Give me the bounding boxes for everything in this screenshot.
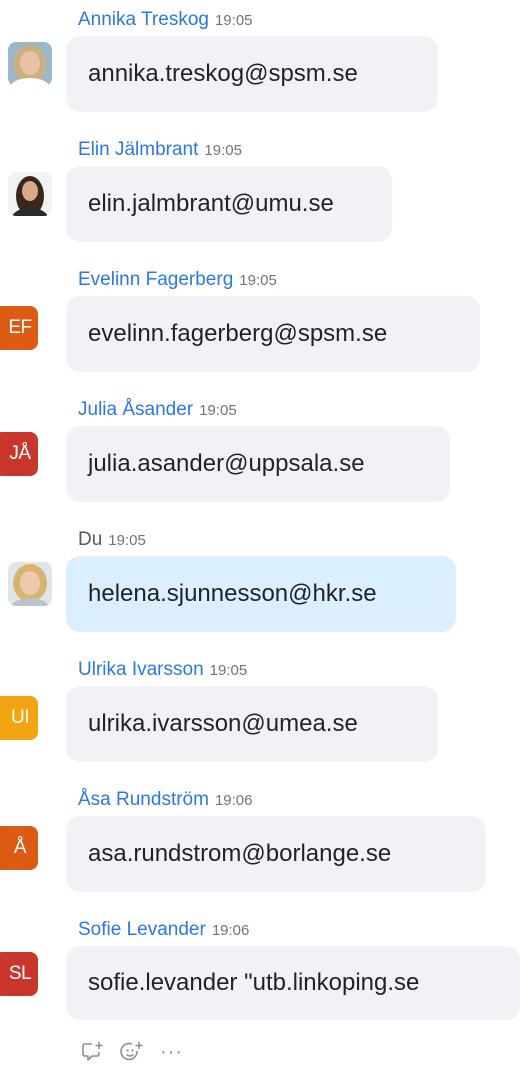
message-bubble[interactable]: julia.asander@uppsala.se — [66, 426, 450, 502]
avatar[interactable]: UI — [0, 696, 38, 740]
avatar[interactable]: EF — [0, 306, 38, 350]
message-time: 19:05 — [214, 12, 253, 29]
user-photo-icon — [8, 42, 52, 86]
reply-plus-icon[interactable] — [80, 1041, 106, 1063]
sender-name[interactable]: Du — [78, 529, 102, 550]
message-time: 19:06 — [214, 792, 253, 809]
sender-name[interactable]: Ulrika Ivarsson — [78, 659, 204, 680]
message-bubble[interactable]: elin.jalmbrant@umu.se — [66, 166, 392, 242]
message-header: Du 19:05 — [78, 528, 146, 553]
more-options-icon[interactable]: ··· — [160, 1042, 183, 1062]
message-bubble[interactable]: helena.sjunnesson@hkr.se — [66, 556, 456, 632]
emoji-plus-icon[interactable] — [120, 1041, 146, 1063]
sender-name[interactable]: Julia Åsander — [78, 399, 193, 420]
message-header: Sofie Levander 19:06 — [78, 918, 249, 943]
message-time: 19:06 — [211, 922, 250, 939]
message-time: 19:05 — [209, 662, 248, 679]
message-time: 19:05 — [108, 532, 146, 549]
message-bubble[interactable]: asa.rundstrom@borlange.se — [66, 816, 486, 892]
user-photo-icon — [8, 562, 52, 606]
sender-name[interactable]: Sofie Levander — [78, 919, 206, 940]
message-bubble[interactable]: sofie.levander "utb.linkoping.se — [66, 946, 520, 1020]
message-header: Julia Åsander 19:05 — [78, 398, 237, 423]
sender-name[interactable]: Annika Treskog — [78, 9, 209, 30]
message-time: 19:05 — [199, 402, 237, 419]
message-bubble[interactable]: evelinn.fagerberg@spsm.se — [66, 296, 480, 372]
sender-name[interactable]: Evelinn Fagerberg — [78, 269, 233, 290]
message-time: 19:05 — [204, 142, 242, 159]
message-header: Elin Jälmbrant 19:05 — [78, 138, 242, 163]
message-time: 19:05 — [239, 272, 277, 289]
avatar[interactable] — [8, 172, 52, 216]
message-bubble[interactable]: ulrika.ivarsson@umea.se — [66, 686, 438, 762]
message-header: Evelinn Fagerberg 19:05 — [78, 268, 277, 293]
message-actions: ··· — [80, 1040, 183, 1064]
sender-name[interactable]: Åsa Rundström — [78, 789, 209, 810]
avatar[interactable]: JÅ — [0, 432, 38, 476]
message-header: Åsa Rundström 19:06 — [78, 788, 253, 813]
sender-name[interactable]: Elin Jälmbrant — [78, 139, 198, 160]
message-header: Ulrika Ivarsson 19:05 — [78, 658, 247, 683]
avatar[interactable] — [8, 562, 52, 606]
avatar[interactable] — [8, 42, 52, 86]
avatar[interactable]: Å — [0, 826, 38, 870]
message-header: Annika Treskog 19:05 — [78, 8, 253, 33]
message-bubble[interactable]: annika.treskog@spsm.se — [66, 36, 438, 112]
avatar[interactable]: SL — [0, 952, 38, 996]
user-photo-icon — [8, 172, 52, 216]
